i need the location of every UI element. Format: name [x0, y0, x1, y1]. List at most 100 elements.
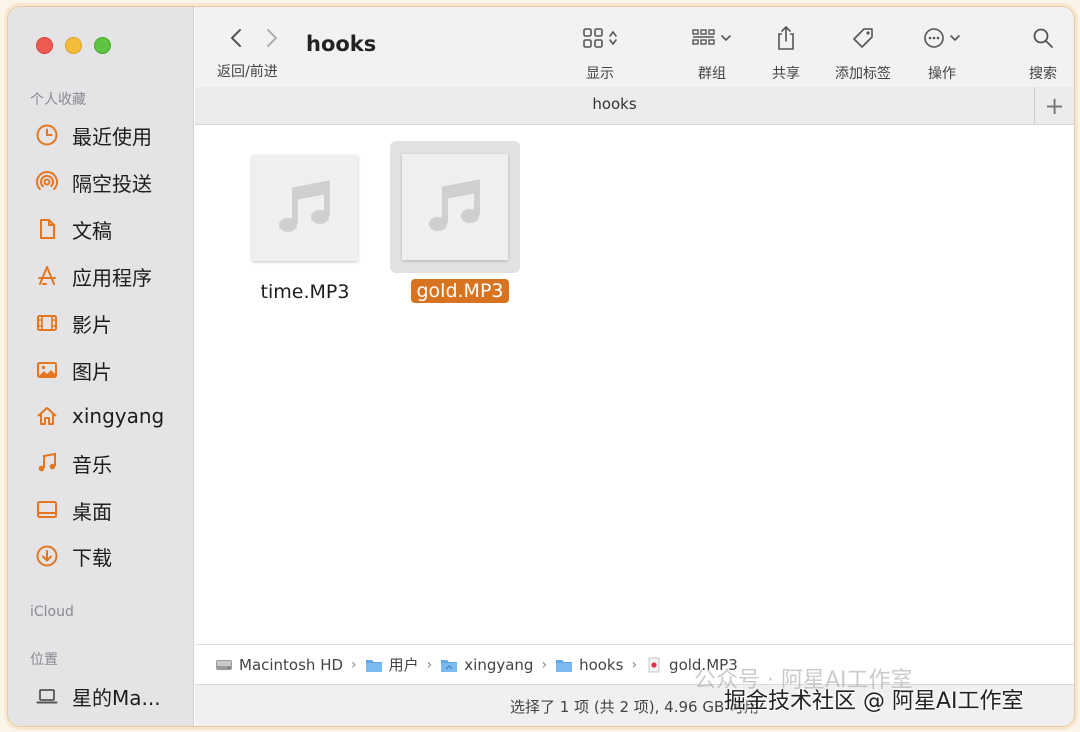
sidebar-item-label: xingyang — [72, 404, 165, 428]
folder-icon — [556, 659, 573, 672]
file-browser: time.MP3 gold.MP3 — [195, 125, 1074, 644]
sidebar-item-documents[interactable]: 文稿 — [34, 213, 184, 245]
breadcrumb-label: xingyang — [464, 655, 534, 674]
search-icon — [1033, 28, 1053, 48]
clock-icon — [34, 122, 60, 148]
sidebar-item-applications[interactable]: 应用程序 — [34, 260, 184, 292]
chevron-right-icon: › — [426, 656, 433, 673]
chevron-right-icon — [267, 29, 277, 47]
group-icon — [692, 29, 715, 45]
sidebar-item-downloads[interactable]: 下载 — [34, 540, 184, 572]
sidebar-item-home[interactable]: xingyang — [34, 400, 184, 432]
sidebar-item-pictures[interactable]: 图片 — [34, 354, 184, 386]
file-item-selected[interactable]: gold.MP3 — [390, 141, 530, 303]
plus-icon: + — [1044, 92, 1065, 120]
breadcrumb-label: Macintosh HD — [239, 655, 344, 674]
airdrop-icon — [34, 169, 60, 195]
applications-icon — [34, 263, 60, 289]
chevron-right-icon: › — [351, 656, 357, 673]
traffic-lights — [36, 37, 111, 54]
toolbar: 返回/前进 hooks 显示 群组 共享 添加标签 操作 搜索 — [195, 7, 1074, 87]
view-button[interactable]: 显示 — [570, 25, 630, 83]
file-name[interactable]: gold.MP3 — [411, 279, 509, 303]
new-tab-button[interactable]: + — [1034, 87, 1074, 125]
sidebar-item-label: 影片 — [72, 312, 112, 337]
search-button[interactable]: 搜索 — [1015, 25, 1071, 83]
breadcrumb-disk[interactable]: Macintosh HD — [215, 656, 343, 674]
search-label: 搜索 — [1029, 66, 1057, 82]
zoom-button[interactable] — [94, 37, 111, 54]
sidebar-item-music[interactable]: 音乐 — [34, 447, 184, 479]
breadcrumb-hooks[interactable]: hooks — [555, 656, 623, 674]
minimize-button[interactable] — [65, 37, 82, 54]
path-bar: Macintosh HD › 用户 › xingyang › hooks › g… — [195, 644, 1074, 684]
sidebar: 个人收藏 最近使用 隔空投送 文稿 应用程序 影片 图片 xingyang 音乐… — [8, 7, 194, 726]
laptop-icon — [34, 683, 60, 709]
finder-window: 个人收藏 最近使用 隔空投送 文稿 应用程序 影片 图片 xingyang 音乐… — [8, 7, 1074, 726]
action-button[interactable]: 操作 — [912, 25, 972, 83]
sidebar-item-label: 图片 — [72, 359, 112, 384]
breadcrumb-users[interactable]: 用户 — [365, 654, 419, 675]
music-icon — [34, 450, 60, 476]
share-button[interactable]: 共享 — [758, 25, 814, 83]
chevron-right-icon: › — [631, 656, 638, 673]
chevron-left-icon — [231, 29, 241, 47]
tab-bar: hooks + — [195, 87, 1074, 125]
tag-icon — [853, 28, 873, 48]
sidebar-item-label: 文稿 — [72, 218, 112, 243]
sidebar-item-label: 星的Ma... — [72, 685, 161, 710]
audio-file-icon — [402, 154, 508, 260]
close-button[interactable] — [36, 37, 53, 54]
download-icon — [34, 543, 60, 569]
add-tag-button[interactable]: 添加标签 — [823, 25, 903, 83]
window-title: hooks — [306, 32, 377, 56]
sidebar-item-label: 音乐 — [72, 452, 112, 477]
share-icon — [778, 25, 794, 50]
breadcrumb-label: hooks — [579, 655, 624, 674]
sidebar-item-movies[interactable]: 影片 — [34, 307, 184, 339]
file-thumbnail-wrap — [240, 142, 370, 274]
film-icon — [34, 310, 60, 336]
desktop-icon — [34, 497, 60, 523]
favorites-section-title: 个人收藏 — [30, 92, 86, 108]
add-tag-label: 添加标签 — [835, 66, 891, 82]
watermark-juejin: 掘金技术社区 @ 阿星AI工作室 — [724, 689, 1024, 714]
file-thumbnail-wrap — [390, 141, 520, 273]
music-note-icon — [279, 180, 330, 232]
chevron-right-icon: › — [541, 656, 548, 673]
chevron-down-icon — [950, 35, 960, 42]
icloud-section-title: iCloud — [30, 604, 74, 620]
sidebar-item-label: 下载 — [72, 545, 112, 570]
file-name[interactable]: time.MP3 — [256, 280, 355, 304]
sidebar-item-airdrop[interactable]: 隔空投送 — [34, 166, 184, 198]
folder-icon — [365, 659, 382, 672]
back-button[interactable] — [229, 27, 243, 55]
sidebar-item-recents[interactable]: 最近使用 — [34, 119, 184, 151]
view-label: 显示 — [586, 66, 614, 82]
sidebar-item-desktop[interactable]: 桌面 — [34, 494, 184, 526]
photo-icon — [34, 357, 60, 383]
sidebar-item-label: 最近使用 — [72, 124, 152, 149]
sidebar-item-label: 桌面 — [72, 499, 112, 524]
breadcrumb-home[interactable]: xingyang — [440, 656, 533, 674]
locations-section-title: 位置 — [30, 652, 58, 668]
file-item[interactable]: time.MP3 — [240, 142, 370, 304]
share-label: 共享 — [772, 66, 800, 82]
nav-label: 返回/前进 — [217, 64, 278, 80]
breadcrumb-label: 用户 — [388, 656, 419, 674]
tab-hooks[interactable]: hooks — [195, 95, 1034, 113]
sidebar-item-label: 应用程序 — [72, 265, 152, 290]
group-label: 群组 — [698, 66, 726, 82]
home-icon — [34, 403, 60, 429]
sidebar-item-label: 隔空投送 — [72, 171, 152, 196]
music-note-icon — [429, 179, 480, 231]
sidebar-item-computer[interactable]: 星的Ma... — [34, 680, 184, 712]
hard-drive-icon — [216, 659, 232, 670]
home-folder-icon — [441, 659, 458, 672]
forward-button[interactable] — [265, 27, 279, 55]
action-label: 操作 — [928, 66, 956, 82]
document-icon — [34, 216, 60, 242]
group-button[interactable]: 群组 — [684, 25, 740, 83]
chevron-down-icon — [721, 35, 731, 42]
grid-icon — [583, 28, 603, 48]
